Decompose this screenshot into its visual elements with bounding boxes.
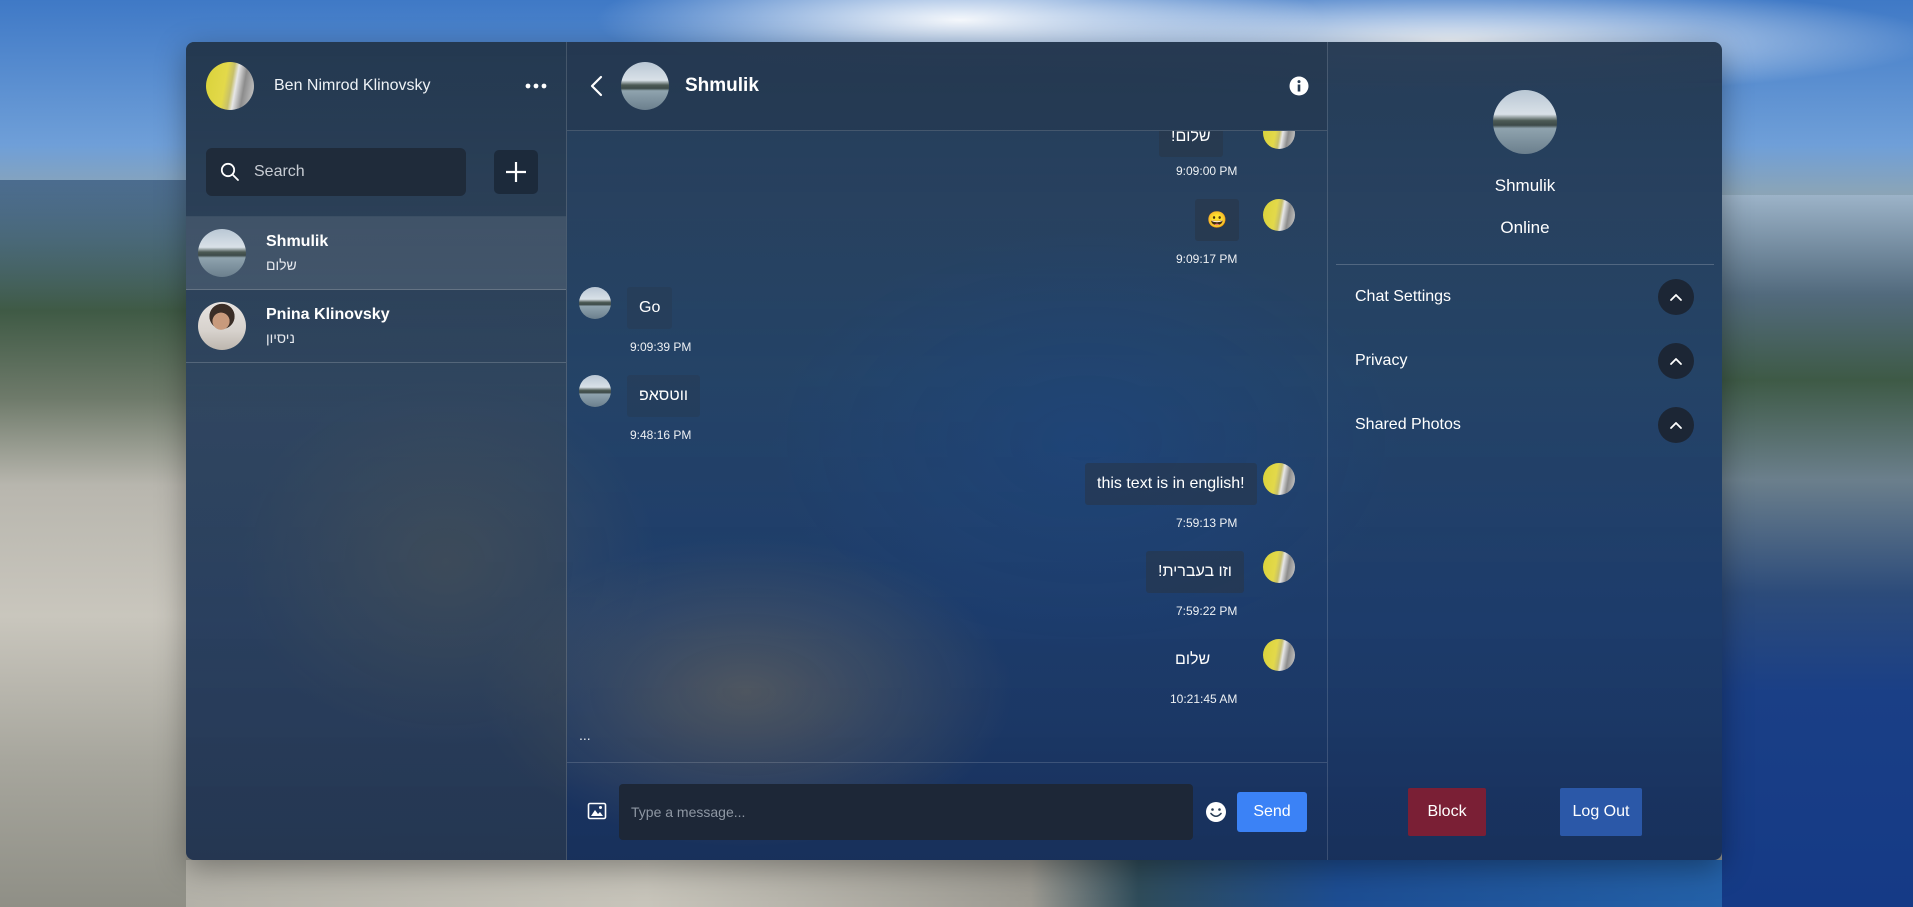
message-bubble: Go	[627, 287, 673, 329]
sender-avatar	[1263, 551, 1295, 583]
sender-avatar	[1263, 131, 1295, 149]
message-timestamp: 9:09:17 PM	[1176, 252, 1238, 266]
chat-header: Shmulik	[567, 42, 1327, 131]
accordion-privacy[interactable]: Privacy	[1355, 329, 1694, 393]
accordion-label: Privacy	[1355, 352, 1408, 369]
message-timestamp: 7:59:22 PM	[1176, 604, 1238, 618]
accordion-label: Shared Photos	[1355, 416, 1461, 433]
info-icon[interactable]	[1289, 76, 1309, 96]
plus-icon	[506, 162, 526, 182]
search-input[interactable]	[254, 163, 444, 181]
back-arrow-icon[interactable]	[589, 74, 609, 98]
sender-avatar	[1263, 639, 1295, 671]
logout-button[interactable]: Log Out	[1560, 788, 1642, 836]
message-bubble: שלום	[1175, 651, 1211, 668]
chevron-up-icon[interactable]	[1658, 343, 1694, 379]
conversation-list: Shmulik שלום Pnina Klinovsky ניסיון	[186, 216, 566, 363]
message-bubble: 😀	[1195, 199, 1239, 241]
sender-avatar	[579, 287, 611, 319]
conversation-name: Pnina Klinovsky	[266, 306, 390, 323]
chat-title: Shmulik	[685, 75, 759, 96]
background-scenery-left	[0, 180, 186, 907]
sender-avatar	[579, 375, 611, 407]
accordion-chat-settings[interactable]: Chat Settings	[1355, 265, 1694, 329]
message-outgoing: this text is in english!	[1085, 463, 1257, 505]
message-outgoing: וזו בעברית!	[1146, 551, 1244, 593]
search-box	[206, 148, 466, 196]
message-incoming: ווטסאפ	[627, 375, 701, 417]
accordion-label: Chat Settings	[1355, 288, 1452, 305]
message-timestamp: 9:09:39 PM	[630, 340, 692, 354]
message-timestamp: 9:48:16 PM	[630, 428, 692, 442]
message-composer: Send	[567, 762, 1327, 860]
sidebar-header: Ben Nimrod Klinovsky	[186, 42, 566, 130]
message-timestamp: 7:59:13 PM	[1176, 516, 1238, 530]
chevron-up-icon[interactable]	[1658, 407, 1694, 443]
search-icon	[220, 162, 239, 181]
avatar	[198, 229, 246, 277]
conversation-item-shmulik[interactable]: Shmulik שלום	[186, 217, 566, 290]
message-timestamp: 9:09:00 PM	[1176, 164, 1238, 178]
accordion-shared-photos[interactable]: Shared Photos	[1355, 393, 1694, 457]
chat-panel: Shmulik שלום! 9:09:00 PM 😀 9:09:17 PM Go	[567, 42, 1328, 860]
message-bubble: וזו בעברית!	[1146, 551, 1244, 593]
conversation-item-pnina[interactable]: Pnina Klinovsky ניסיון	[186, 290, 566, 363]
message-bubble: שלום!	[1159, 131, 1223, 157]
contact-profile: Shmulik Online	[1328, 42, 1722, 264]
emoji-smile-icon[interactable]	[1205, 801, 1227, 823]
contact-info-panel: Shmulik Online Chat Settings Privacy Sha…	[1328, 42, 1722, 860]
message-list: שלום! 9:09:00 PM 😀 9:09:17 PM Go 9:09:39…	[567, 131, 1327, 762]
panel-actions: Block Log Out	[1328, 788, 1722, 836]
new-chat-button[interactable]	[494, 150, 538, 194]
message-bubble: ווטסאפ	[627, 375, 701, 417]
send-button[interactable]: Send	[1237, 791, 1307, 832]
typing-indicator: ...	[579, 727, 591, 743]
message-outgoing: שלום	[1163, 639, 1222, 681]
user-name: Ben Nimrod Klinovsky	[274, 77, 431, 94]
message-input[interactable]	[619, 783, 1193, 840]
conversation-name: Shmulik	[266, 233, 329, 250]
chat-contact-avatar[interactable]	[621, 62, 669, 110]
sender-avatar	[1263, 199, 1295, 231]
message-outgoing: 😀	[1195, 199, 1239, 241]
settings-accordion: Chat Settings Privacy Shared Photos	[1328, 265, 1722, 457]
conversation-preview: שלום	[266, 257, 297, 273]
user-avatar[interactable]	[206, 62, 254, 110]
contact-status: Online	[1500, 218, 1550, 237]
sidebar: Ben Nimrod Klinovsky Search Shmulik שלום…	[186, 42, 567, 860]
image-upload-icon[interactable]	[587, 802, 607, 822]
sender-avatar	[1263, 463, 1295, 495]
contact-avatar	[1493, 90, 1557, 154]
conversation-preview: ניסיון	[266, 330, 295, 346]
message-outgoing: שלום!	[1159, 131, 1223, 157]
avatar	[198, 302, 246, 350]
background-scenery-right	[1722, 195, 1913, 907]
message-timestamp: 10:21:45 AM	[1170, 692, 1238, 706]
contact-name: Shmulik	[1494, 176, 1556, 195]
message-incoming: Go	[627, 287, 673, 329]
chevron-up-icon[interactable]	[1658, 279, 1694, 315]
background-scenery-bottom	[186, 860, 1722, 907]
search-row	[186, 130, 566, 216]
chat-app-window: Ben Nimrod Klinovsky Search Shmulik שלום…	[186, 42, 1722, 860]
block-button[interactable]: Block	[1408, 788, 1486, 836]
message-bubble: this text is in english!	[1085, 463, 1257, 505]
more-dots-icon[interactable]	[524, 74, 548, 98]
